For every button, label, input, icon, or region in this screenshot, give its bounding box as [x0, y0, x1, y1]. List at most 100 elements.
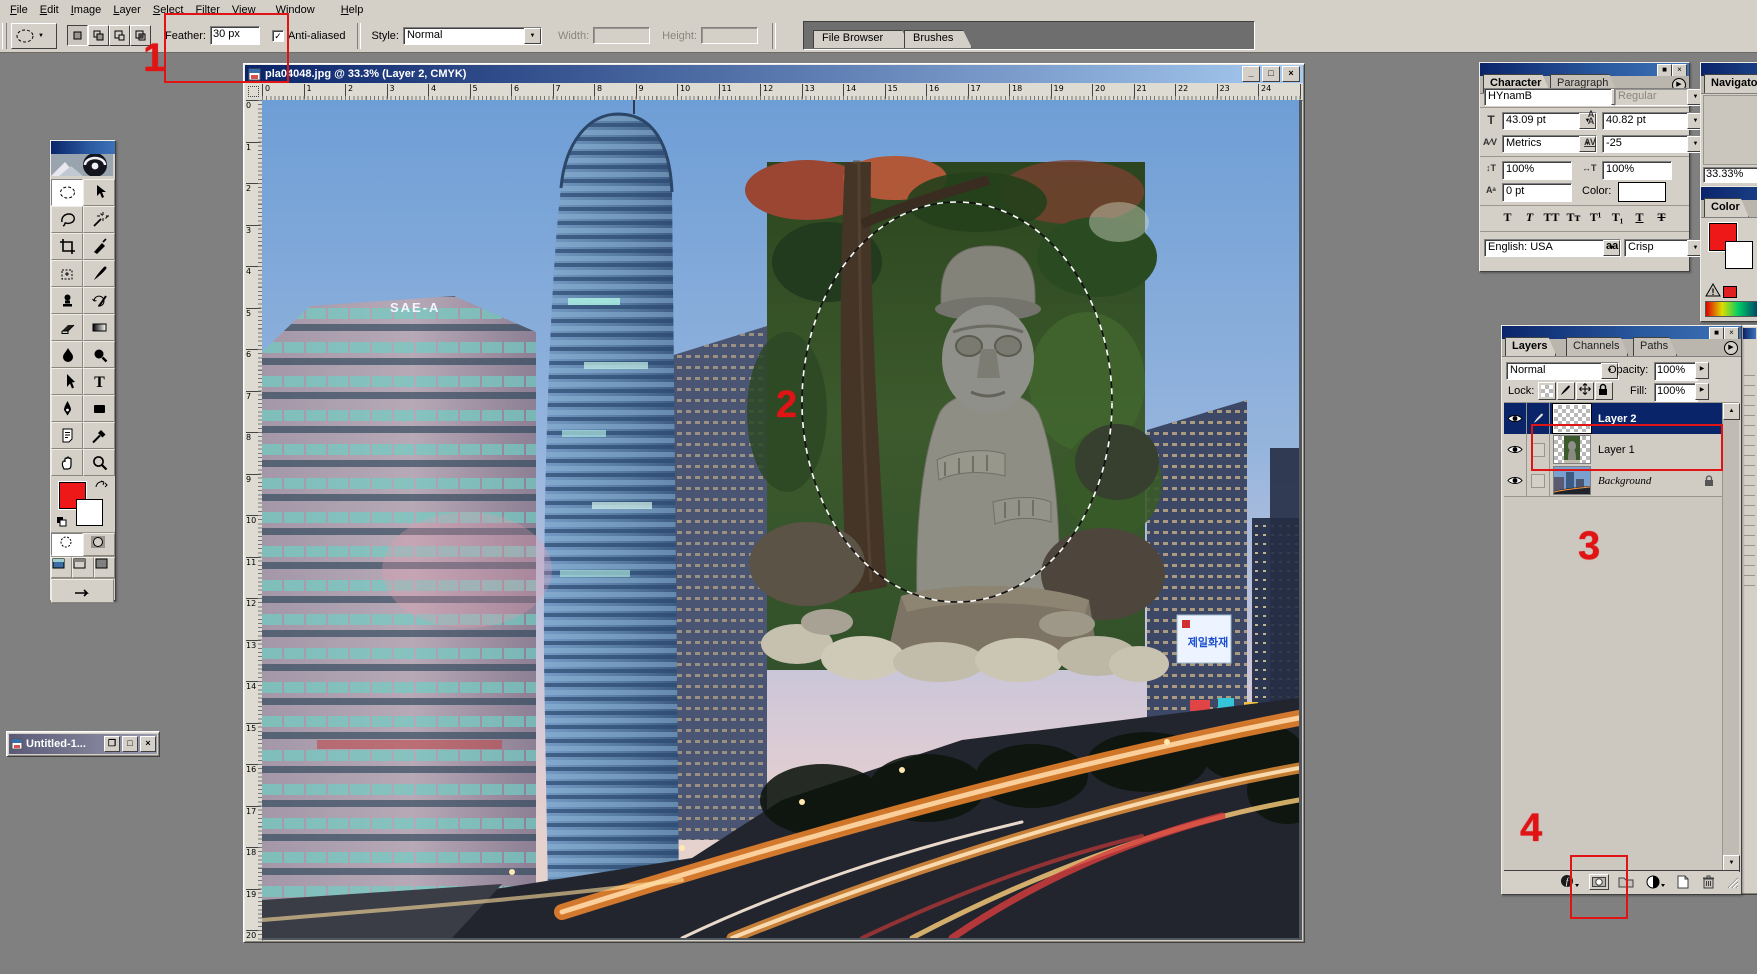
- options-bar-grip[interactable]: [2, 23, 7, 49]
- navigator-zoom-input[interactable]: 33.33%: [1703, 167, 1757, 183]
- faux-italic-button[interactable]: T: [1519, 210, 1541, 225]
- default-colors-icon[interactable]: [56, 516, 68, 527]
- tracking-dropdown[interactable]: -25▼: [1602, 135, 1705, 153]
- gamut-color-swatch[interactable]: [1723, 286, 1737, 298]
- lock-pixels-button[interactable]: [1557, 382, 1575, 400]
- chevron-down-icon[interactable]: ▼: [524, 28, 541, 44]
- font-family-dropdown[interactable]: HYnamB▼: [1484, 88, 1629, 106]
- fullscreen-button[interactable]: [94, 557, 115, 578]
- tab-brushes[interactable]: Brushes: [904, 30, 972, 48]
- blend-mode-dropdown[interactable]: Normal▼: [1506, 362, 1619, 380]
- tab-layers[interactable]: Layers: [1505, 337, 1556, 356]
- tool-blur[interactable]: [51, 341, 83, 368]
- restore-button[interactable]: ❐: [104, 736, 120, 752]
- tool-history-brush[interactable]: [83, 287, 115, 314]
- tool-move[interactable]: [83, 179, 115, 206]
- lock-position-button[interactable]: [1576, 382, 1594, 400]
- menu-image[interactable]: Image: [65, 2, 108, 18]
- tool-type[interactable]: T: [83, 368, 115, 395]
- fill-slider-button[interactable]: ▶: [1695, 383, 1709, 400]
- visibility-toggle[interactable]: [1504, 465, 1527, 496]
- tool-lasso[interactable]: [51, 206, 83, 233]
- fill-input[interactable]: 100%: [1654, 383, 1698, 402]
- canvas-area[interactable]: 제일화재 SAE-A: [262, 100, 1302, 940]
- tool-crop[interactable]: [51, 233, 83, 260]
- subscript-button[interactable]: T₁: [1607, 210, 1629, 225]
- menu-layer[interactable]: Layer: [107, 2, 147, 18]
- tool-brush[interactable]: [83, 260, 115, 287]
- background-color-swatch[interactable]: [1725, 241, 1753, 269]
- tool-hand[interactable]: [51, 449, 83, 476]
- menu-edit[interactable]: Edit: [34, 2, 65, 18]
- small-caps-button[interactable]: Tт: [1563, 210, 1585, 225]
- baseline-shift-input[interactable]: 0 pt: [1502, 183, 1572, 202]
- menu-file[interactable]: File: [4, 2, 34, 18]
- vertical-scale-input[interactable]: 100%: [1502, 161, 1572, 180]
- layer-name[interactable]: Background: [1598, 475, 1651, 487]
- visibility-toggle[interactable]: [1504, 434, 1527, 465]
- style-dropdown[interactable]: Normal ▼: [403, 27, 542, 45]
- ruler-origin[interactable]: [245, 83, 263, 101]
- tool-notes[interactable]: [51, 422, 83, 449]
- toolbox-title-bar[interactable]: [51, 141, 115, 154]
- selection-subtract-button[interactable]: [109, 25, 130, 46]
- layers-scrollbar[interactable]: ▲ ▼: [1722, 403, 1739, 872]
- tab-channels[interactable]: Channels: [1566, 337, 1628, 356]
- standard-mode-button[interactable]: [51, 533, 83, 556]
- strikethrough-button[interactable]: T: [1651, 210, 1673, 225]
- pasted-statue-photo[interactable]: [745, 156, 1169, 682]
- tool-dodge[interactable]: [83, 341, 115, 368]
- visibility-toggle[interactable]: [1504, 403, 1527, 434]
- tool-magic-wand[interactable]: [83, 206, 115, 233]
- swap-colors-icon[interactable]: [93, 478, 109, 492]
- tool-eyedropper[interactable]: [83, 422, 115, 449]
- new-layer-button[interactable]: [1676, 875, 1690, 889]
- document-title-bar[interactable]: pla04048.jpg @ 33.3% (Layer 2, CMYK) _ □…: [245, 65, 1303, 83]
- palette-menu-button[interactable]: ▶: [1724, 341, 1738, 355]
- tool-clone-stamp[interactable]: [51, 287, 83, 314]
- menu-help[interactable]: Help: [335, 2, 370, 18]
- adjustment-layer-button[interactable]: [1646, 875, 1666, 889]
- anti-alias-dropdown[interactable]: Crisp▼: [1624, 239, 1705, 257]
- leading-dropdown[interactable]: 40.82 pt▼: [1602, 112, 1705, 130]
- tab-file-browser[interactable]: File Browser: [813, 30, 911, 48]
- horizontal-scale-input[interactable]: 100%: [1602, 161, 1672, 180]
- tool-eraser[interactable]: [51, 314, 83, 341]
- tool-path-selection[interactable]: [51, 368, 83, 395]
- selection-new-button[interactable]: [67, 25, 88, 46]
- language-dropdown[interactable]: English: USA▼: [1484, 239, 1621, 257]
- tool-shape[interactable]: [83, 395, 115, 422]
- tool-elliptical-marquee[interactable]: [51, 179, 83, 206]
- delete-layer-button[interactable]: [1702, 875, 1715, 889]
- tab-navigator[interactable]: Navigator: [1704, 74, 1757, 93]
- fullscreen-menubar-button[interactable]: [72, 557, 93, 578]
- color-ramp[interactable]: [1705, 301, 1757, 317]
- maximize-button[interactable]: □: [122, 736, 138, 752]
- lock-transparency-button[interactable]: [1538, 382, 1556, 400]
- close-button[interactable]: ×: [140, 736, 156, 752]
- tool-pen[interactable]: [51, 395, 83, 422]
- jump-to-imageready-button[interactable]: [51, 579, 114, 603]
- font-size-dropdown[interactable]: 43.09 pt▼: [1502, 112, 1597, 130]
- maximize-button[interactable]: □: [1262, 66, 1280, 82]
- all-caps-button[interactable]: TT: [1541, 210, 1563, 225]
- minimize-button[interactable]: _: [1242, 66, 1260, 82]
- tab-paths[interactable]: Paths: [1633, 337, 1677, 356]
- opacity-slider-button[interactable]: ▶: [1695, 362, 1709, 379]
- selection-add-button[interactable]: [88, 25, 109, 46]
- faux-bold-button[interactable]: T: [1497, 210, 1519, 225]
- canvas-image[interactable]: 제일화재 SAE-A: [262, 100, 1299, 938]
- tool-slice[interactable]: [83, 233, 115, 260]
- tool-healing-brush[interactable]: [51, 260, 83, 287]
- quick-mask-button[interactable]: [83, 533, 115, 556]
- text-color-swatch[interactable]: [1618, 182, 1666, 202]
- layer-name[interactable]: Layer 2: [1598, 413, 1637, 425]
- resize-grip[interactable]: [1725, 875, 1739, 889]
- superscript-button[interactable]: T¹: [1585, 210, 1607, 225]
- tool-zoom[interactable]: [83, 449, 115, 476]
- scroll-up-button[interactable]: ▲: [1723, 403, 1740, 420]
- underline-button[interactable]: T: [1629, 210, 1651, 225]
- close-button[interactable]: ×: [1282, 66, 1300, 82]
- background-color-swatch[interactable]: [76, 499, 103, 526]
- tool-preset-picker[interactable]: ▼: [11, 23, 57, 49]
